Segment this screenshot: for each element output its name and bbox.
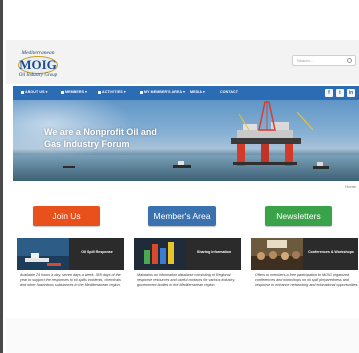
nav-item-media[interactable]: MEDIA ▾ <box>190 90 205 94</box>
linkedin-icon[interactable]: in <box>347 89 355 97</box>
hero-title: We are a Nonprofit Oil and Gas Industry … <box>44 127 157 149</box>
nav-label: MY MEMBER'S AREA <box>144 90 183 94</box>
join-us-button[interactable]: Join Us <box>33 206 100 226</box>
card-caption: Conferences & Workshops <box>308 250 354 254</box>
nav-label: ACTIVITIES <box>102 90 123 94</box>
nav-label: CONTACT <box>220 90 238 94</box>
hero-banner: We are a Nonprofit Oil and Gas Industry … <box>13 100 359 181</box>
card-description: Maintains an information database consis… <box>137 273 236 288</box>
top-strip <box>6 0 359 38</box>
members-area-button[interactable]: Member's Area <box>148 206 216 226</box>
breadcrumb: Home <box>13 181 359 193</box>
members-icon <box>61 90 64 94</box>
breadcrumb-home-link[interactable]: Home <box>345 184 356 189</box>
nav-item-members[interactable]: MEMBERS ▾ <box>61 90 87 94</box>
card-sharing-info[interactable]: Sharing Information <box>134 238 241 270</box>
search-icon[interactable] <box>347 58 352 63</box>
search-input[interactable]: Search... <box>292 55 356 66</box>
nav-item-activities[interactable]: ACTIVITIES ▾ <box>98 90 126 94</box>
conference-image <box>251 238 303 270</box>
twitter-icon[interactable]: t <box>336 89 344 97</box>
card-oil-spill[interactable]: Oil Spill Response <box>17 238 124 270</box>
oil-spill-image <box>17 238 69 270</box>
search-placeholder: Search... <box>297 58 314 63</box>
card-caption: Oil Spill Response <box>81 250 113 254</box>
nav-label: ABOUT US <box>25 90 45 94</box>
footer-area <box>6 318 359 353</box>
home-icon <box>21 90 24 94</box>
card-description: Offers to members a free participation t… <box>255 273 359 288</box>
sharing-info-image <box>134 238 186 270</box>
activities-icon <box>98 90 101 94</box>
nav-item-contact[interactable]: CONTACT <box>220 90 238 94</box>
main-nav: ABOUT US ▾ MEMBERS ▾ ACTIVITIES ▾ MY MEM… <box>13 86 359 100</box>
card-conferences[interactable]: Conferences & Workshops <box>251 238 358 270</box>
nav-label: MEDIA <box>190 90 202 94</box>
nav-item-members-area[interactable]: MY MEMBER'S AREA ▾ <box>140 90 185 94</box>
newsletters-button[interactable]: Newsletters <box>265 206 332 226</box>
logo-acronym: MOIG <box>19 57 57 72</box>
moig-logo[interactable]: Mediterranean MOIG Oil Industry Group <box>14 50 62 84</box>
user-icon <box>140 90 143 94</box>
facebook-icon[interactable]: f <box>325 89 333 97</box>
card-description: Available 24 hours a day, seven days a w… <box>20 273 121 288</box>
nav-label: MEMBERS <box>65 90 85 94</box>
logo-line2: Oil Industry Group <box>18 73 58 78</box>
card-caption: Sharing Information <box>196 250 232 254</box>
nav-item-about[interactable]: ABOUT US ▾ <box>21 90 48 94</box>
browser-frame: Mediterranean MOIG Oil Industry Group Se… <box>0 0 359 353</box>
